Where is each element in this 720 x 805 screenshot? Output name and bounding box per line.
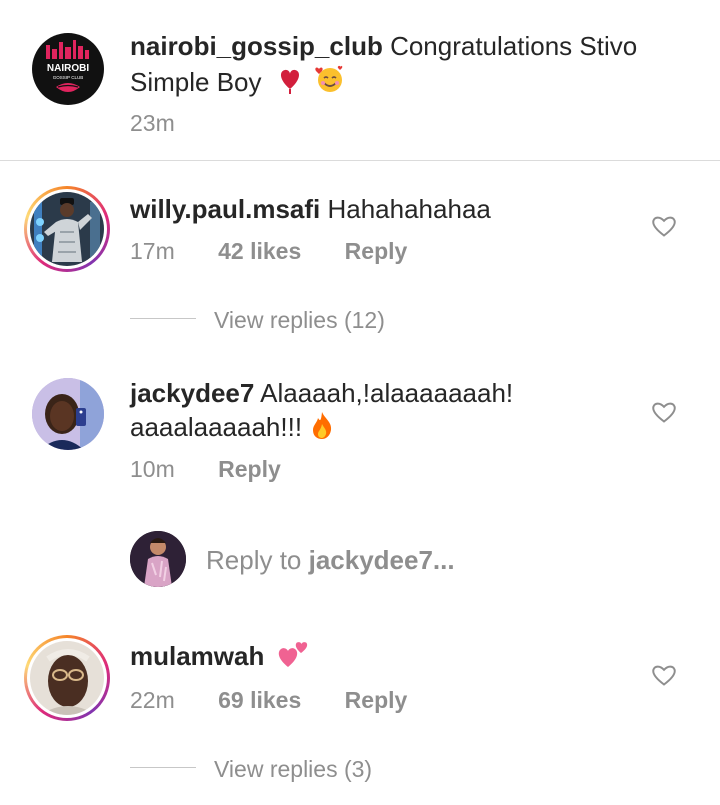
comment-1-body: Hahahahahaa: [327, 194, 491, 224]
comment-1-meta: 17m 42 likes Reply: [130, 238, 407, 265]
comment-3-time: 22m: [130, 687, 175, 713]
user-photo-icon: [32, 378, 104, 450]
like-heart-icon[interactable]: [651, 663, 677, 687]
comment-3-likes[interactable]: 69 likes: [218, 687, 301, 713]
current-user-avatar: [130, 531, 186, 587]
comment-1-avatar[interactable]: [24, 186, 110, 272]
view-replies-line: [130, 318, 196, 319]
caption-body: Congratulations Stivo: [390, 31, 638, 61]
comment-1-time: 17m: [130, 238, 175, 264]
caption-body-line2: Simple Boy: [130, 67, 262, 97]
caption-divider: [0, 160, 720, 161]
comment-2-time: 10m: [130, 456, 175, 482]
comment-2-meta: 10m Reply: [130, 456, 281, 483]
reply-input-prefix: Reply to: [206, 545, 309, 575]
user-photo-icon: [30, 192, 104, 266]
reply-input-target: jackydee7...: [308, 545, 455, 575]
comment-1-likes[interactable]: 42 likes: [218, 238, 301, 264]
comment-2-reply-button[interactable]: Reply: [218, 456, 281, 482]
comment-1-reply-button[interactable]: Reply: [345, 238, 408, 264]
svg-text:NAIROBI: NAIROBI: [47, 63, 89, 74]
comment-1-view-replies[interactable]: View replies (12): [214, 307, 385, 334]
comment-3-avatar[interactable]: [24, 635, 110, 721]
like-heart-icon[interactable]: [651, 214, 677, 238]
comment-3-text: mulamwah: [130, 639, 680, 673]
user-photo-icon: [30, 641, 104, 715]
caption-avatar[interactable]: NAIROBI GOSSIP CLUB: [32, 33, 104, 105]
comment-2-body: Alaaaah,!alaaaaaaah!: [260, 378, 514, 408]
svg-text:GOSSIP CLUB: GOSSIP CLUB: [53, 75, 83, 80]
comment-3-username[interactable]: mulamwah: [130, 641, 264, 671]
caption-username[interactable]: nairobi_gossip_club: [130, 31, 383, 61]
caption-time: 23m: [130, 110, 175, 136]
comment-2-body-line2: aaaalaaaaah!!!: [130, 412, 303, 442]
red-heart-icon: [280, 69, 299, 94]
comment-3-reply-button[interactable]: Reply: [345, 687, 408, 713]
like-heart-icon[interactable]: [651, 400, 677, 424]
comment-3-meta: 22m 69 likes Reply: [130, 687, 407, 714]
comment-3-view-replies[interactable]: View replies (3): [214, 756, 372, 783]
view-replies-line: [130, 767, 196, 768]
smiling-face-with-hearts-icon: [315, 65, 343, 92]
caption-text: nairobi_gossip_club Congratulations Stiv…: [130, 30, 680, 99]
comment-2-text: jackydee7 Alaaaah,!alaaaaaaah! aaaalaaaa…: [130, 377, 680, 444]
fire-icon: [313, 412, 332, 439]
comment-1-text: willy.paul.msafi Hahahahahaa: [130, 193, 680, 226]
two-hearts-icon: [278, 642, 307, 667]
user-photo-icon: [130, 531, 186, 587]
comment-1-username[interactable]: willy.paul.msafi: [130, 194, 320, 224]
reply-input[interactable]: Reply to jackydee7...: [206, 545, 455, 576]
comment-2-username[interactable]: jackydee7: [130, 378, 254, 408]
comment-2-avatar[interactable]: [32, 378, 104, 450]
nairobi-gossip-club-logo: NAIROBI GOSSIP CLUB: [46, 40, 89, 92]
